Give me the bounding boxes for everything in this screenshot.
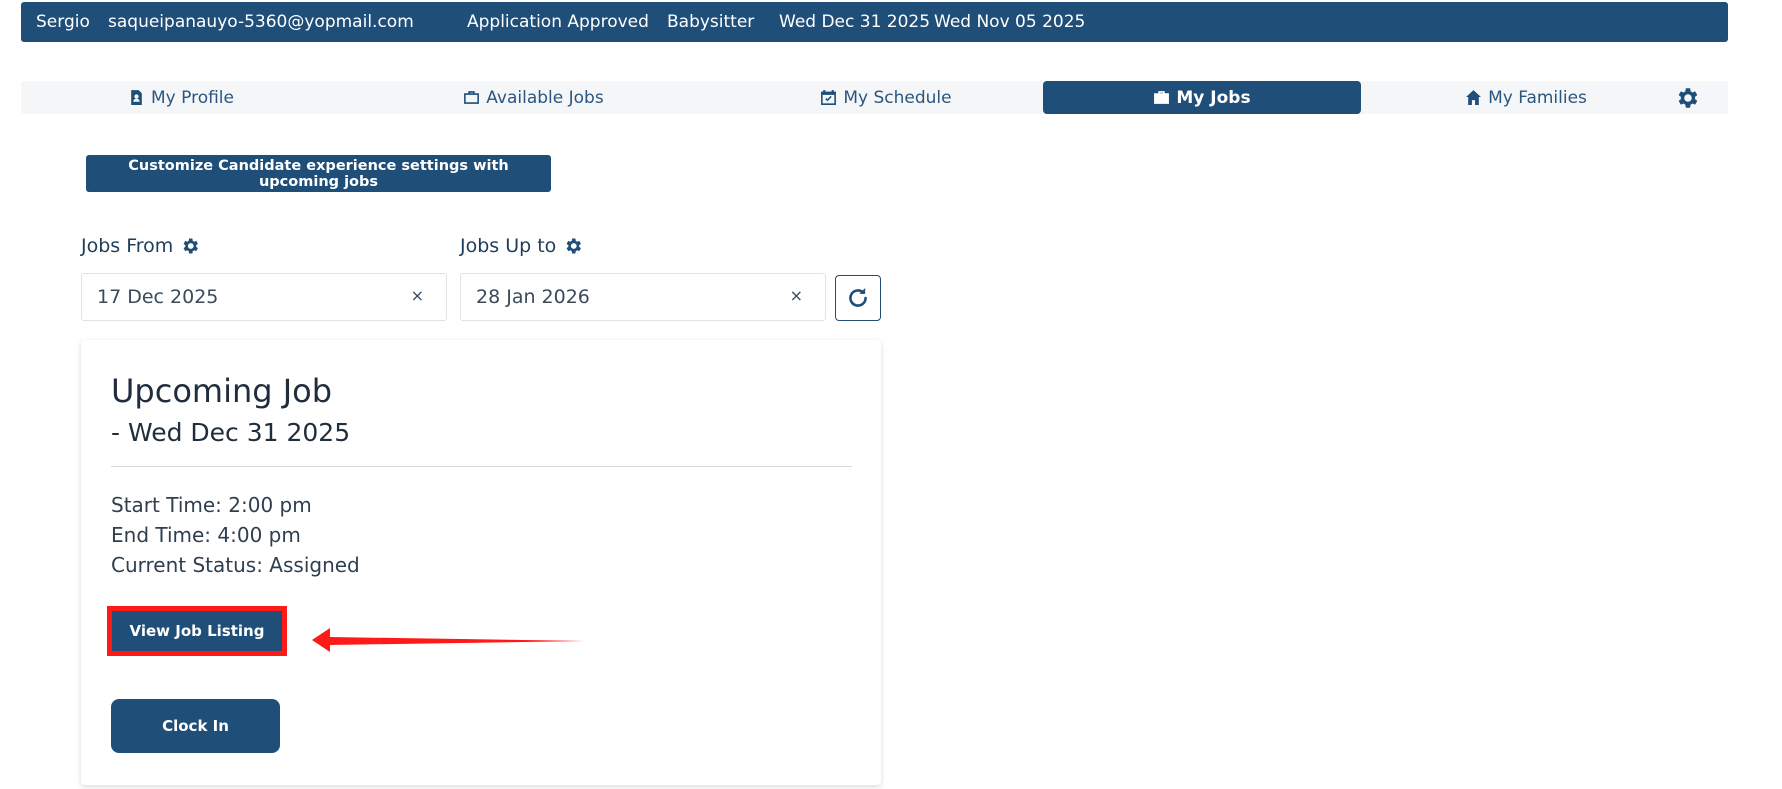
- gear-icon[interactable]: [180, 236, 200, 256]
- tab-available-jobs[interactable]: Available Jobs: [341, 81, 726, 114]
- job-current-status: Current Status: Assigned: [111, 553, 360, 577]
- job-card-date: - Wed Dec 31 2025: [111, 418, 351, 447]
- tab-my-profile[interactable]: My Profile: [21, 81, 341, 114]
- jobs-from-label: Jobs From: [81, 235, 200, 257]
- gear-icon: [1678, 88, 1698, 108]
- tab-label: My Profile: [151, 87, 234, 108]
- jobs-up-to-label: Jobs Up to: [460, 235, 583, 257]
- user-email: saqueipanauyo-5360@yopmail.com: [108, 12, 414, 32]
- jobs-up-to-date-field[interactable]: 28 Jan 2026 ×: [460, 273, 826, 321]
- profile-icon: [131, 90, 142, 105]
- jobs-from-date-field[interactable]: 17 Dec 2025 ×: [81, 273, 447, 321]
- user-role: Babysitter: [667, 12, 755, 32]
- job-end-time: End Time: 4:00 pm: [111, 523, 301, 547]
- upcoming-job-card: Upcoming Job - Wed Dec 31 2025 Start Tim…: [81, 340, 881, 785]
- user-name: Sergio: [36, 12, 90, 32]
- tab-label: My Families: [1488, 87, 1587, 108]
- job-start-time: Start Time: 2:00 pm: [111, 493, 312, 517]
- settings-gear-button[interactable]: [1674, 85, 1700, 111]
- tab-label: My Jobs: [1176, 87, 1251, 108]
- main-nav: My Profile Available Jobs My Schedule My…: [21, 81, 1728, 114]
- tab-my-families[interactable]: My Families: [1361, 81, 1691, 114]
- clear-from-date-icon[interactable]: ×: [411, 286, 424, 305]
- jobs-from-text: Jobs From: [81, 235, 174, 257]
- tab-label: My Schedule: [843, 87, 952, 108]
- briefcase-outline-icon: [464, 91, 480, 104]
- jobs-from-value: 17 Dec 2025: [97, 286, 219, 308]
- tab-my-schedule[interactable]: My Schedule: [726, 81, 1046, 114]
- tab-label: Available Jobs: [486, 87, 604, 108]
- home-icon: [1466, 90, 1482, 105]
- calendar-check-icon: [821, 90, 837, 105]
- application-status: Application Approved: [467, 12, 649, 32]
- header-date-1: Wed Dec 31 2025: [779, 12, 931, 32]
- customize-settings-button[interactable]: Customize Candidate experience settings …: [86, 155, 551, 192]
- gear-icon[interactable]: [563, 236, 583, 256]
- header-date-2: Wed Nov 05 2025: [934, 12, 1086, 32]
- job-card-title: Upcoming Job: [111, 372, 333, 410]
- refresh-icon: [849, 288, 867, 307]
- jobs-up-to-value: 28 Jan 2026: [476, 286, 590, 308]
- briefcase-icon: [1154, 91, 1170, 104]
- clear-to-date-icon[interactable]: ×: [790, 286, 803, 305]
- divider: [111, 466, 852, 467]
- user-info-bar: Sergio saqueipanauyo-5360@yopmail.com Ap…: [21, 2, 1728, 42]
- clock-in-button[interactable]: Clock In: [111, 699, 280, 753]
- view-job-listing-button[interactable]: View Job Listing: [107, 606, 287, 656]
- jobs-up-to-text: Jobs Up to: [460, 235, 557, 257]
- tab-my-jobs[interactable]: My Jobs: [1043, 81, 1361, 114]
- refresh-button[interactable]: [835, 275, 881, 321]
